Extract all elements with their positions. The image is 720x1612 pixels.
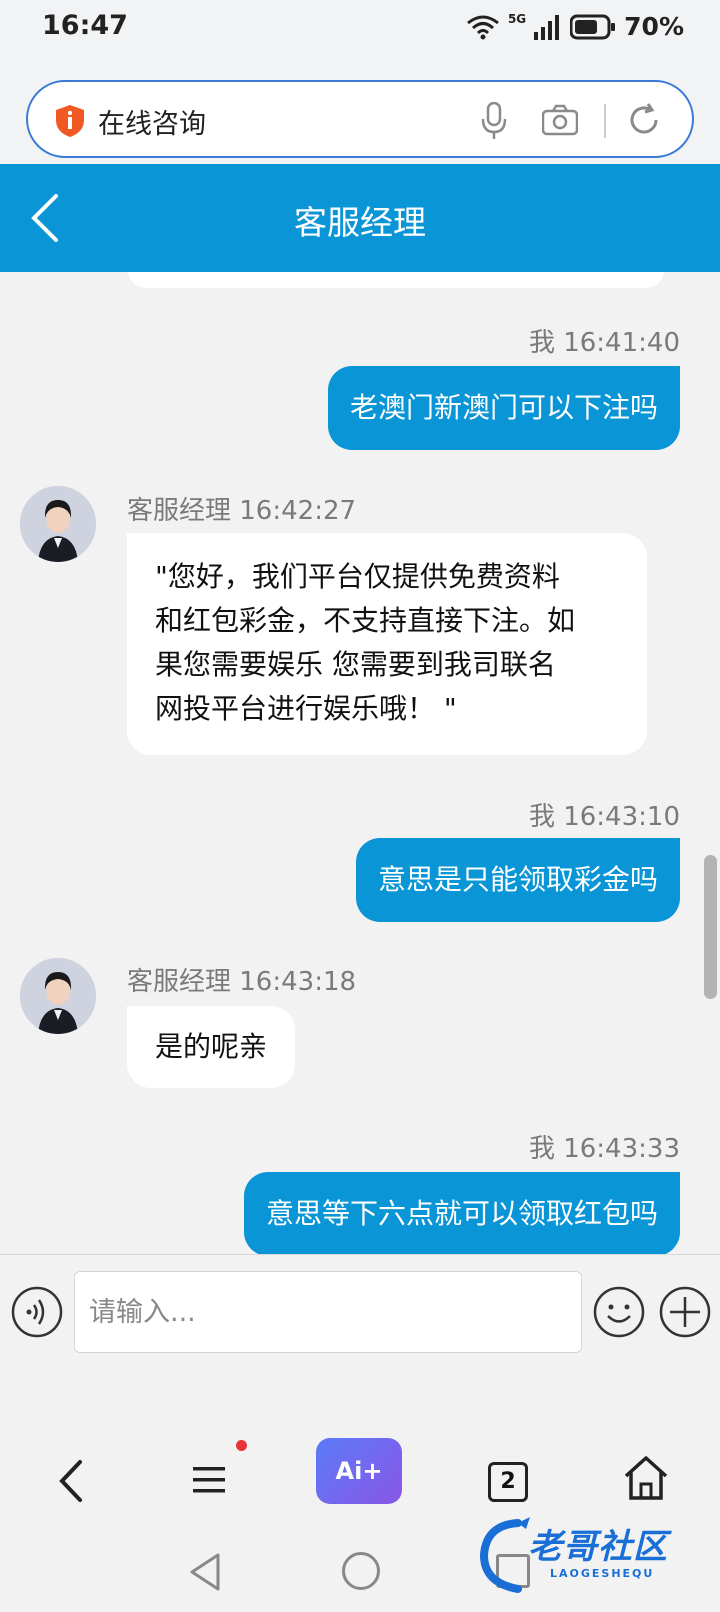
system-home-button[interactable] <box>342 1552 380 1590</box>
message-input-bar <box>0 1254 720 1440</box>
browser-back-icon[interactable] <box>56 1458 86 1504</box>
add-attachment-icon[interactable] <box>658 1285 712 1339</box>
status-bar: 16:47 5G 70% <box>0 0 720 54</box>
home-icon[interactable] <box>622 1454 670 1502</box>
message-input[interactable] <box>74 1271 582 1353</box>
outgoing-message-bubble[interactable]: 老澳门新澳门可以下注吗 <box>327 366 680 450</box>
chat-header: 客服经理 <box>0 164 720 272</box>
wifi-icon <box>467 15 499 39</box>
message-line: 果您需要娱乐 您需要到我司联名 <box>155 648 556 681</box>
camera-icon[interactable] <box>542 104 578 136</box>
status-icons: 5G 70% <box>466 12 684 41</box>
network-type-label: 5G <box>507 12 527 26</box>
reload-icon[interactable] <box>626 102 662 138</box>
ai-assistant-button[interactable]: Ai+ <box>316 1438 402 1504</box>
message-meta: 我 16:43:10 <box>528 802 680 832</box>
battery-icon <box>570 14 616 39</box>
message-meta: 我 16:41:40 <box>528 328 680 358</box>
emoji-icon[interactable] <box>592 1285 646 1339</box>
notification-dot <box>236 1440 247 1451</box>
incoming-message-bubble[interactable]: 是的呢亲 <box>127 1006 296 1088</box>
microphone-icon[interactable] <box>480 102 508 140</box>
menu-icon[interactable] <box>192 1464 226 1496</box>
chat-title: 客服经理 <box>294 203 426 242</box>
address-text[interactable]: 在线咨询 <box>98 102 206 141</box>
agent-avatar[interactable] <box>20 958 96 1034</box>
message-line: 和红包彩金，不支持直接下注。如 <box>155 604 576 637</box>
partial-message-bubble <box>128 272 664 288</box>
battery-percent: 70% <box>624 12 684 41</box>
message-meta: 我 16:43:33 <box>528 1134 680 1164</box>
outgoing-message-bubble[interactable]: 意思是只能领取彩金吗 <box>355 838 680 922</box>
shield-warning-icon[interactable] <box>54 104 86 138</box>
message-meta: 客服经理 16:43:18 <box>127 967 357 997</box>
signal-icon <box>534 14 560 40</box>
voice-input-icon[interactable] <box>10 1285 64 1339</box>
incoming-message-bubble[interactable]: "您好，我们平台仅提供免费资料 和红包彩金，不支持直接下注。如 果您需要娱乐 您… <box>127 533 647 755</box>
address-bar[interactable]: 在线咨询 <box>26 80 694 158</box>
address-separator <box>604 104 606 138</box>
agent-avatar[interactable] <box>20 486 96 562</box>
watermark-subtext: LAOGESHEQU <box>550 1567 655 1580</box>
message-line: "您好，我们平台仅提供免费资料 <box>155 560 560 593</box>
scrollbar-thumb[interactable] <box>704 855 717 999</box>
status-time: 16:47 <box>42 10 128 41</box>
outgoing-message-bubble[interactable]: 意思等下六点就可以领取红包吗 <box>243 1172 680 1254</box>
message-line: 网投平台进行娱乐哦！ " <box>155 692 457 725</box>
chat-message-list[interactable]: 我 16:41:40 老澳门新澳门可以下注吗 客服经理 16:42:27 "您好… <box>0 272 720 1254</box>
watermark-logo: 老哥社区 LAOGESHEQU <box>478 1515 710 1595</box>
tabs-count-button[interactable]: 2 <box>488 1462 528 1502</box>
message-meta: 客服经理 16:42:27 <box>127 496 357 526</box>
system-back-icon[interactable] <box>188 1552 222 1592</box>
browser-address-area: 在线咨询 <box>0 54 720 164</box>
watermark-text: 老哥社区 <box>528 1527 668 1567</box>
